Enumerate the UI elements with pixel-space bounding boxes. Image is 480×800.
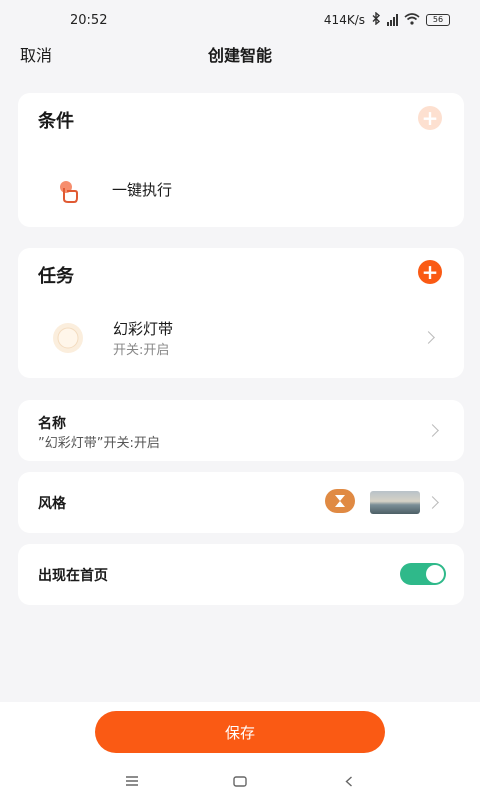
conditions-card: 条件 + 一键执行 [18,93,464,227]
show-on-home-label: 出现在首页 [38,568,108,584]
style-row[interactable]: 风格 [18,472,464,533]
add-condition-button[interactable]: + [418,106,442,130]
show-on-home-toggle[interactable] [400,563,446,585]
system-nav-bar [0,764,480,800]
status-indicators: 414K/s 56 [323,11,450,28]
back-icon[interactable] [345,776,353,787]
wifi-icon [404,12,420,28]
save-button[interactable]: 保存 [95,711,385,753]
battery-icon: 56 [426,14,450,26]
name-value: ”幻彩灯带”开关:开启 [38,436,160,451]
home-icon[interactable] [233,776,247,787]
status-bar: 20:52 414K/s 56 [0,0,480,40]
show-on-home-row: 出现在首页 [18,544,464,605]
chevron-right-icon [422,331,435,344]
style-label: 风格 [38,496,66,512]
task-subtitle: 开关:开启 [113,343,170,358]
tasks-title: 任务 [38,266,74,287]
name-label: 名称 [38,416,66,432]
chevron-right-icon [426,424,439,437]
header: 取消 创建智能 [0,40,480,68]
signal-icon [387,14,398,26]
plus-icon: + [421,106,439,130]
tap-hand-icon [54,177,82,209]
toggle-knob [426,565,444,583]
style-preview-image [370,491,420,514]
status-time: 20:52 [70,12,108,28]
bottom-area: 保存 [0,702,480,800]
task-title: 幻彩灯带 [113,320,174,338]
add-task-button[interactable]: + [418,260,442,284]
light-strip-icon [50,320,86,360]
bluetooth-icon [371,11,381,28]
net-speed: 414K/s [323,13,365,27]
chevron-right-icon [426,496,439,509]
name-row[interactable]: 名称 ”幻彩灯带”开关:开启 [18,400,464,461]
tasks-card: 任务 + 幻彩灯带 开关:开启 [18,248,464,378]
hourglass-icon [325,489,355,513]
conditions-title: 条件 [38,111,74,132]
condition-label: 一键执行 [112,181,173,199]
plus-icon: + [421,260,439,284]
page-title: 创建智能 [207,46,272,65]
menu-icon[interactable] [125,776,139,786]
